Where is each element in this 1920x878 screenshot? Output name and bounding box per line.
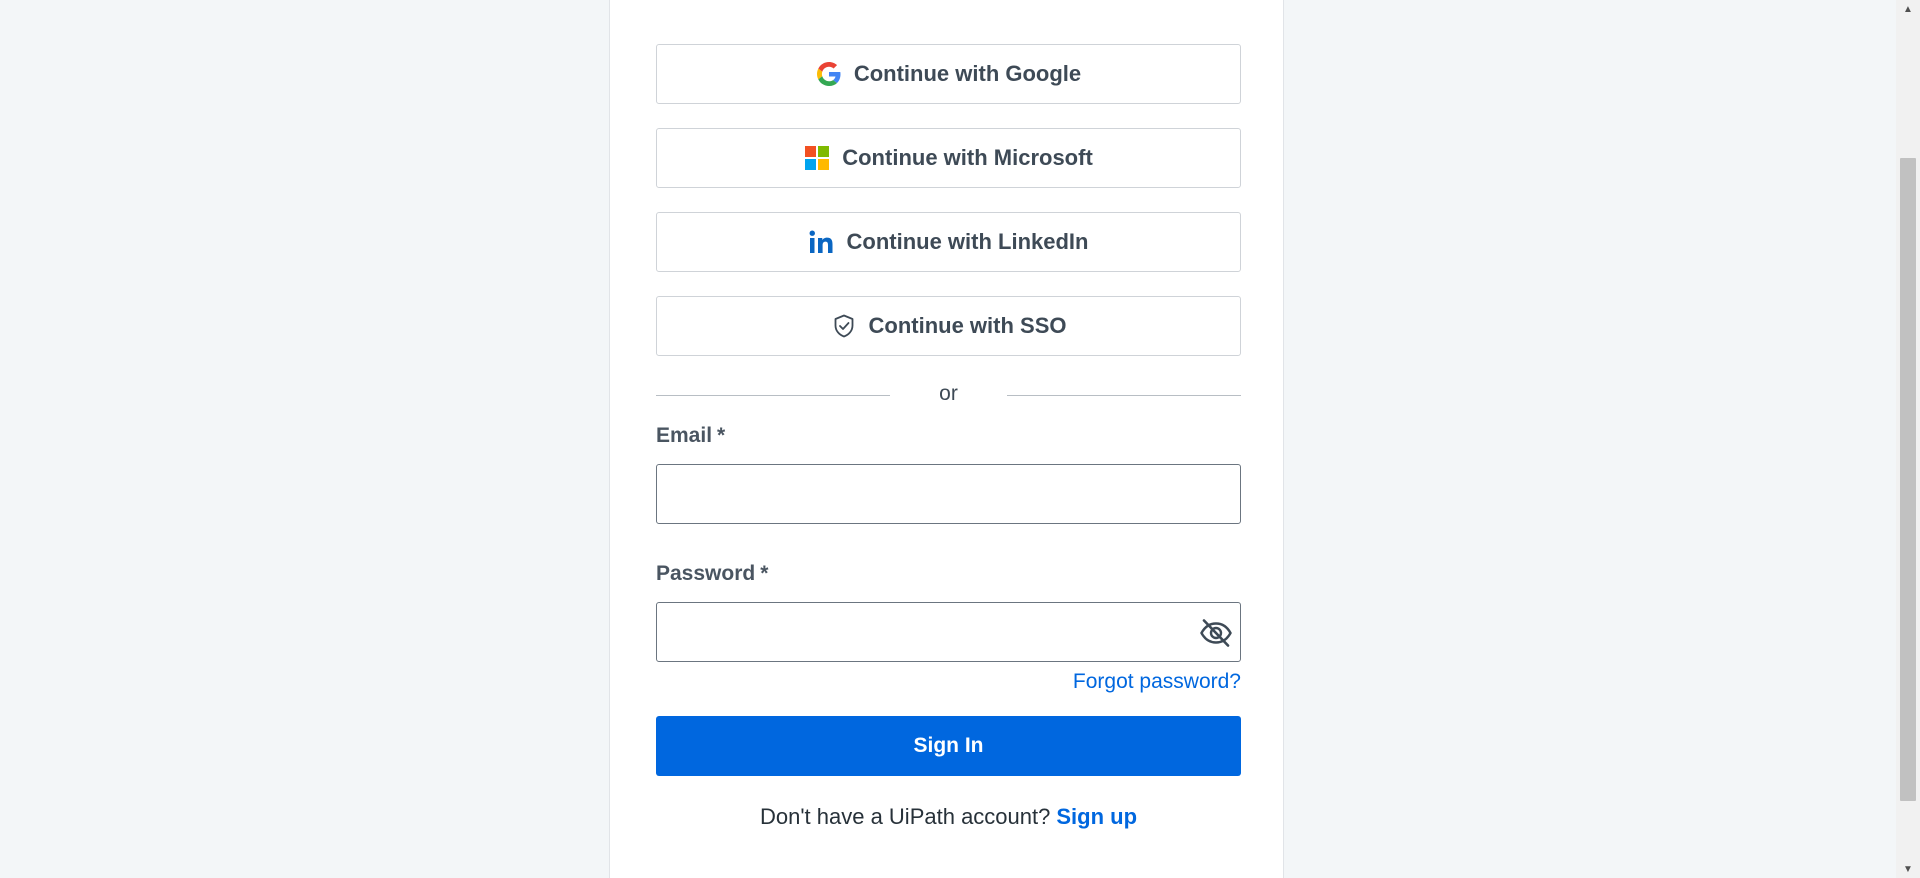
signup-prompt: Don't have a UiPath account? Sign up xyxy=(656,804,1241,830)
or-divider: or xyxy=(656,376,1241,416)
microsoft-login-label: Continue with Microsoft xyxy=(842,145,1093,170)
email-label-text: Email xyxy=(656,424,713,447)
vertical-scrollbar[interactable]: ▲ ▼ xyxy=(1896,0,1920,878)
microsoft-icon xyxy=(804,145,830,171)
required-marker: * xyxy=(760,562,769,585)
sso-login-label: Continue with SSO xyxy=(868,313,1067,338)
password-field[interactable] xyxy=(657,603,1240,661)
google-icon xyxy=(816,61,842,87)
login-form: Continue with Google Continue with Micro… xyxy=(656,0,1241,878)
google-login-button[interactable]: Continue with Google xyxy=(656,44,1241,104)
shield-check-icon xyxy=(831,313,857,339)
scroll-down-arrow-icon[interactable]: ▼ xyxy=(1896,860,1920,878)
linkedin-login-label: Continue with LinkedIn xyxy=(846,229,1089,254)
linkedin-icon xyxy=(809,229,835,255)
sso-login-button[interactable]: Continue with SSO xyxy=(656,296,1241,356)
forgot-password-link[interactable]: Forgot password? xyxy=(1073,670,1241,694)
password-field-wrapper xyxy=(656,602,1241,662)
scrollbar-thumb[interactable] xyxy=(1900,158,1916,801)
no-account-text: Don't have a UiPath account? xyxy=(759,804,1051,829)
google-login-label: Continue with Google xyxy=(853,61,1082,86)
email-label: Email * xyxy=(656,424,725,448)
email-field-wrapper xyxy=(656,464,1241,524)
divider-text: or xyxy=(939,382,958,405)
microsoft-login-button[interactable]: Continue with Microsoft xyxy=(656,128,1241,188)
sign-in-button[interactable]: Sign In xyxy=(656,716,1241,776)
login-page: Continue with Google Continue with Micro… xyxy=(0,0,1920,878)
password-label-text: Password xyxy=(656,562,756,585)
email-field[interactable] xyxy=(657,465,1240,523)
login-card: Continue with Google Continue with Micro… xyxy=(609,0,1284,878)
divider-line-right xyxy=(1007,395,1241,396)
password-label: Password * xyxy=(656,562,768,586)
scroll-up-arrow-icon[interactable]: ▲ xyxy=(1896,0,1920,18)
linkedin-login-button[interactable]: Continue with LinkedIn xyxy=(656,212,1241,272)
sign-up-link[interactable]: Sign up xyxy=(1056,804,1137,829)
eye-off-icon[interactable] xyxy=(1198,615,1234,651)
required-marker: * xyxy=(717,424,726,447)
